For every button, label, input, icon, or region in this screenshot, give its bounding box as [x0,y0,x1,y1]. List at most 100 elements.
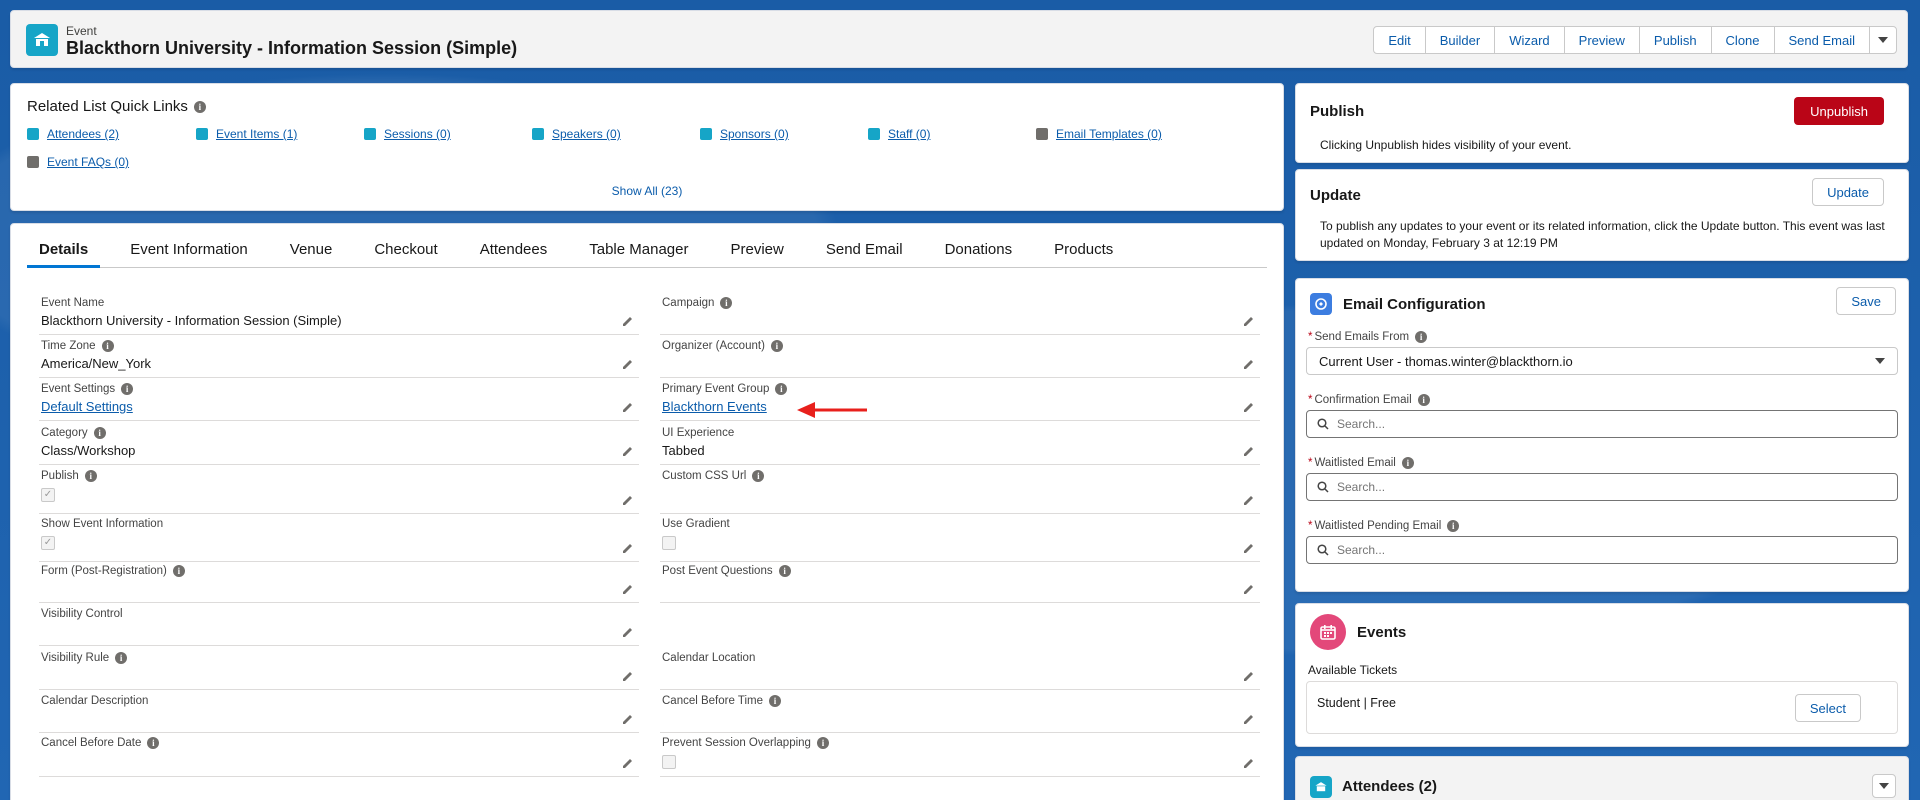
send-email-button[interactable]: Send Email [1773,26,1870,54]
info-icon: i [1401,457,1414,469]
prevent-overlap-checkbox [662,755,676,769]
annotation-arrow-icon [797,402,867,418]
field-show-event-information: Show Event Information ✓ [39,518,639,562]
info-icon: i [775,383,788,395]
speakers-icon [532,128,544,140]
edit-pencil-icon[interactable] [621,400,635,414]
quick-link-speakers[interactable]: Speakers (0) [532,127,621,141]
event-faqs-icon [27,156,39,168]
record-tabs: Details Event Information Venue Checkout… [27,240,1267,268]
tab-table-manager[interactable]: Table Manager [577,240,700,268]
primary-event-group-link[interactable]: Blackthorn Events [662,399,767,414]
field-primary-event-group: Primary Event Group i Blackthorn Events [660,383,1260,421]
attendees-menu-button[interactable] [1872,774,1896,798]
edit-button[interactable]: Edit [1373,26,1426,54]
edit-pencil-icon[interactable] [621,541,635,555]
tab-event-information[interactable]: Event Information [118,240,260,268]
available-tickets-label: Available Tickets [1308,663,1398,677]
show-all-link[interactable]: Show All (23) [11,184,1283,198]
select-ticket-button[interactable]: Select [1794,694,1861,722]
info-icon: i [1417,394,1430,406]
email-configuration-panel: Email Configuration Save * Send Emails Fr… [1295,278,1909,592]
edit-pencil-icon[interactable] [621,357,635,371]
edit-pencil-icon[interactable] [1242,400,1256,414]
edit-pencil-icon[interactable] [621,756,635,770]
update-button[interactable]: Update [1812,178,1884,206]
waitlisted-pending-email-input[interactable] [1337,543,1877,557]
quick-link-sponsors[interactable]: Sponsors (0) [700,127,789,141]
attendees-title: Attendees (2) [1342,778,1438,795]
tab-send-email[interactable]: Send Email [814,240,915,268]
edit-pencil-icon[interactable] [621,712,635,726]
edit-pencil-icon[interactable] [1242,493,1256,507]
builder-button[interactable]: Builder [1424,26,1496,54]
events-panel: Events Available Tickets Student | Free … [1295,603,1909,747]
header-actions: Edit Builder Wizard Preview Publish Clon… [1373,26,1897,54]
info-icon: i [816,737,829,749]
confirmation-email-input[interactable] [1337,417,1877,431]
info-icon: i [121,383,134,395]
edit-pencil-icon[interactable] [621,582,635,596]
edit-pencil-icon[interactable] [621,444,635,458]
ticket-name: Student | Free [1317,696,1396,710]
field-cancel-before-time: Cancel Before Time i [660,695,1260,733]
tab-attendees[interactable]: Attendees [468,240,560,268]
send-emails-from-select[interactable]: Current User - thomas.winter@blackthorn.… [1306,347,1898,375]
quick-link-event-faqs[interactable]: Event FAQs (0) [27,155,129,169]
tab-venue[interactable]: Venue [278,240,345,268]
info-icon: i [1447,520,1460,532]
save-button[interactable]: Save [1836,287,1896,315]
edit-pencil-icon[interactable] [1242,444,1256,458]
email-templates-icon [1036,128,1048,140]
quick-link-sessions[interactable]: Sessions (0) [364,127,451,141]
info-icon: i [770,340,783,352]
event-icon [26,24,58,56]
update-title: Update [1310,187,1361,204]
quick-links-title: Related List Quick Links i [27,98,206,115]
clone-button[interactable]: Clone [1710,26,1775,54]
tab-details[interactable]: Details [27,240,101,268]
tab-products[interactable]: Products [1042,240,1125,268]
edit-pencil-icon[interactable] [621,493,635,507]
edit-pencil-icon[interactable] [1242,541,1256,555]
object-type-label: Event [66,24,97,38]
quick-link-email-templates[interactable]: Email Templates (0) [1036,127,1162,141]
update-panel: Update Update To publish any updates to … [1295,169,1909,261]
preview-button[interactable]: Preview [1563,26,1640,54]
sponsors-icon [700,128,712,140]
info-icon: i [147,737,160,749]
unpublish-button[interactable]: Unpublish [1794,97,1884,125]
publish-checkbox: ✓ [41,488,55,502]
edit-pencil-icon[interactable] [1242,314,1256,328]
wizard-button[interactable]: Wizard [1494,26,1565,54]
tab-donations[interactable]: Donations [933,240,1025,268]
edit-pencil-icon[interactable] [621,669,635,683]
field-category: Category i Class/Workshop [39,427,639,465]
edit-pencil-icon[interactable] [1242,712,1256,726]
edit-pencil-icon[interactable] [1242,582,1256,596]
event-settings-link[interactable]: Default Settings [41,399,133,414]
edit-pencil-icon[interactable] [1242,669,1256,683]
email-config-icon [1310,293,1332,315]
field-use-gradient: Use Gradient [660,518,1260,562]
search-icon [1317,544,1329,556]
attendees-icon [27,128,39,140]
field-calendar-location: Calendar Location [660,652,1260,690]
edit-pencil-icon[interactable] [1242,756,1256,770]
quick-link-attendees[interactable]: Attendees (2) [27,127,119,141]
use-gradient-checkbox [662,536,676,550]
edit-pencil-icon[interactable] [621,314,635,328]
field-time-zone: Time Zone i America/New_York [39,340,639,378]
field-organizer-account: Organizer (Account) i [660,340,1260,378]
tab-preview[interactable]: Preview [718,240,795,268]
quick-link-event-items[interactable]: Event Items (1) [196,127,297,141]
more-actions-button[interactable] [1869,26,1897,54]
info-icon: i [84,470,97,482]
quick-link-staff[interactable]: Staff (0) [868,127,930,141]
staff-icon [868,128,880,140]
edit-pencil-icon[interactable] [621,625,635,639]
edit-pencil-icon[interactable] [1242,357,1256,371]
tab-checkout[interactable]: Checkout [362,240,449,268]
publish-button[interactable]: Publish [1638,26,1712,54]
waitlisted-email-input[interactable] [1337,480,1877,494]
